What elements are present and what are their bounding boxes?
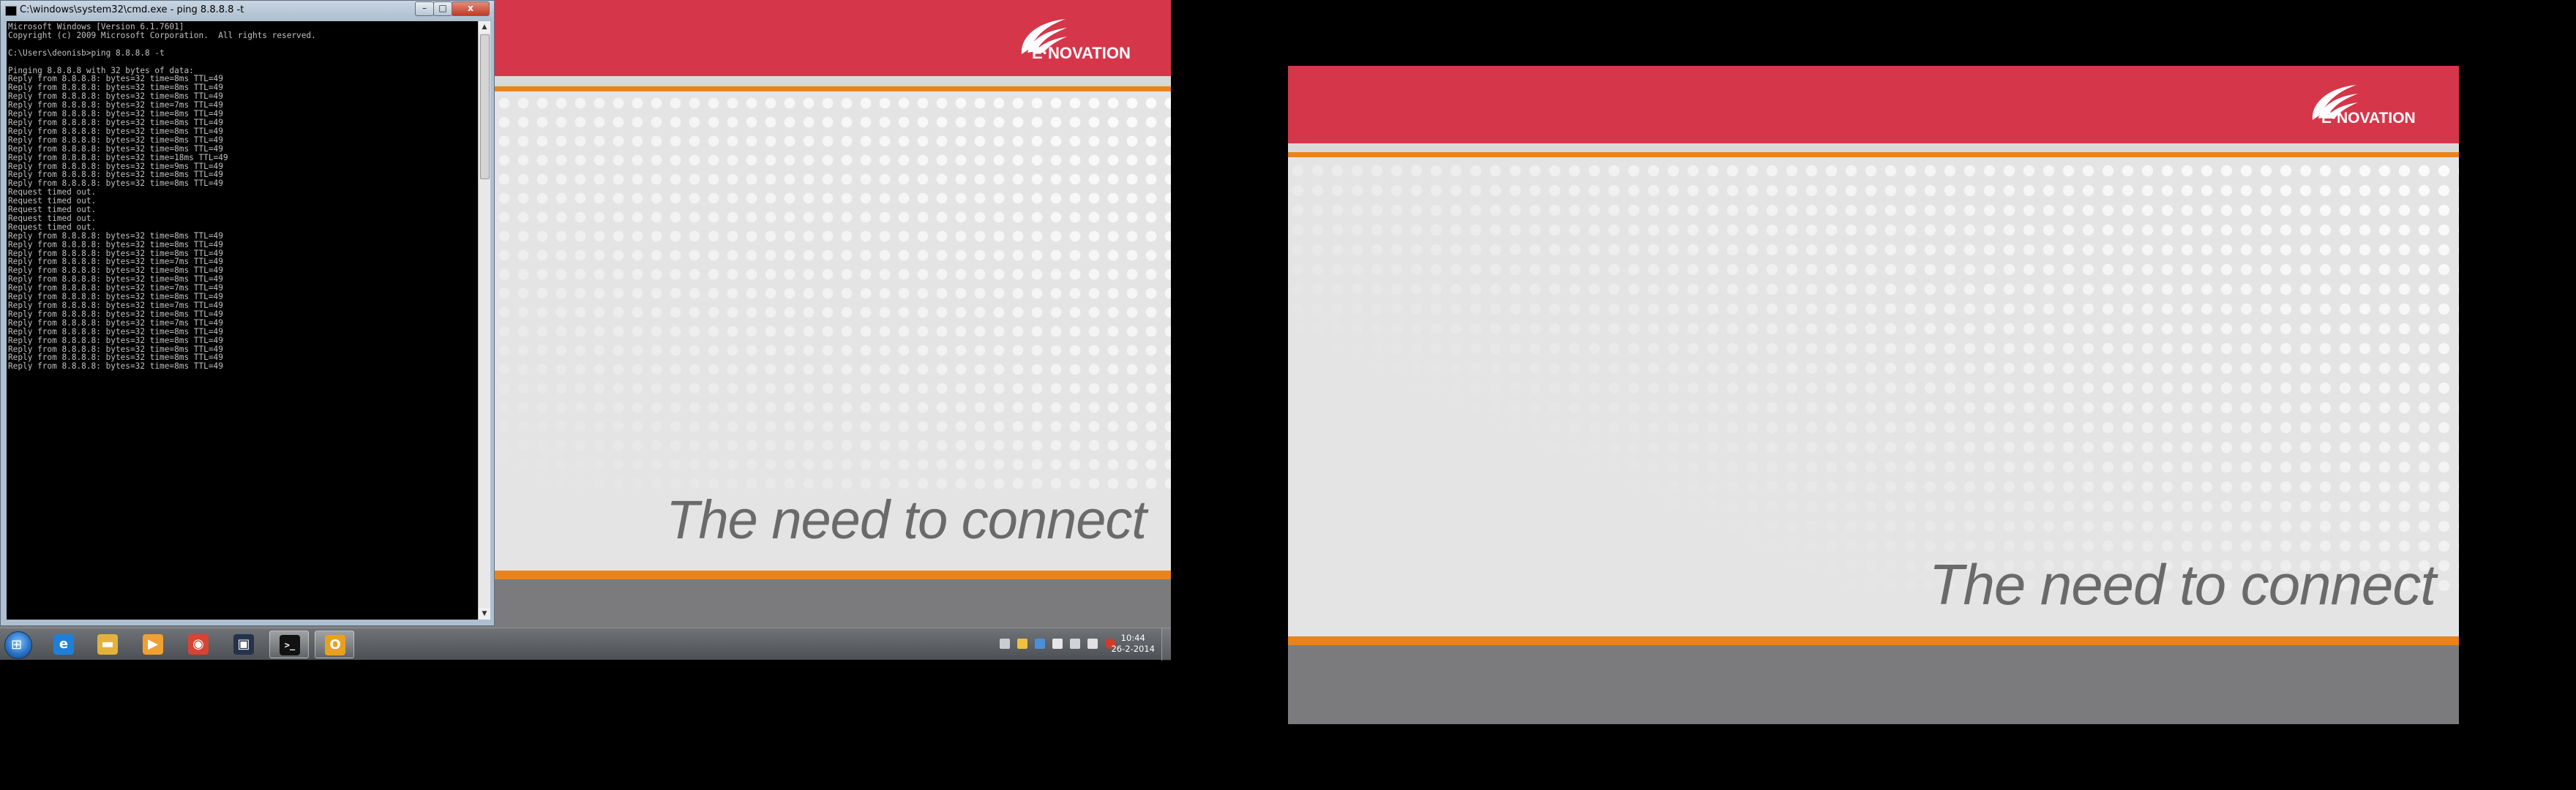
vertical-scrollbar[interactable]: ▲ ▼	[478, 21, 490, 620]
media-player-taskbar-button[interactable]: ▶	[133, 631, 173, 658]
enovation-logo: E·NOVATION	[2308, 82, 2437, 129]
cmd-titlebar[interactable]: C:\windows\system32\cmd.exe - ping 8.8.8…	[1, 1, 494, 20]
shield-icon[interactable]	[1035, 639, 1045, 649]
file-explorer-icon: ▬	[97, 634, 118, 655]
clock-date: 26-2-2014	[1111, 644, 1155, 654]
console-text: Microsoft Windows [Version 6.1.7601] Cop…	[8, 22, 316, 372]
cmd-window-title: C:\windows\system32\cmd.exe - ping 8.8.8…	[20, 4, 244, 15]
desktop-wallpaper-right: E·NOVATION The need to connect	[1288, 66, 2459, 724]
network-icon[interactable]	[1070, 639, 1080, 649]
wallpaper-slogan: The need to connect	[666, 489, 1147, 550]
internet-explorer-taskbar-button[interactable]: e	[44, 631, 83, 658]
remote-app-taskbar-button[interactable]: ▣	[224, 631, 263, 658]
command-prompt-taskbar-button[interactable]: >_	[269, 631, 309, 658]
logo-text: E·NOVATION	[1032, 44, 1131, 62]
command-prompt-icon: >_	[280, 635, 300, 655]
minimize-button[interactable]: –	[415, 1, 434, 16]
wallpaper-light-stripe	[1288, 143, 2459, 152]
wallpaper-bottom-orange-band	[1288, 636, 2459, 645]
scroll-down-arrow-icon[interactable]: ▼	[479, 608, 490, 620]
maximize-button[interactable]: □	[433, 1, 452, 16]
show-desktop-button[interactable]	[1161, 628, 1171, 661]
system-tray: 10:44 26-2-2014	[988, 628, 1171, 661]
chrome-icon: ◉	[188, 634, 209, 655]
wallpaper-orange-stripe	[1288, 152, 2459, 157]
keyboard-icon[interactable]	[1000, 639, 1010, 649]
remote-app-icon: ▣	[233, 634, 254, 655]
start-button[interactable]: ⊞	[4, 631, 32, 659]
windows-logo-icon: ⊞	[11, 637, 23, 652]
notes-icon[interactable]	[1017, 639, 1027, 649]
media-player-icon: ▶	[143, 634, 163, 655]
scrollbar-thumb[interactable]	[480, 34, 490, 179]
cmd-window-icon	[5, 6, 17, 16]
file-explorer-taskbar-button[interactable]: ▬	[88, 631, 127, 658]
chrome-taskbar-button[interactable]: ◉	[179, 631, 218, 658]
taskbar: ⊞ e ▬ ▶ ◉ ▣ >_ O 10:44 26-2-2014	[0, 628, 1171, 661]
scroll-up-arrow-icon[interactable]: ▲	[479, 21, 490, 33]
close-button[interactable]: x	[452, 1, 490, 16]
wallpaper-bottom-gray-band	[1288, 645, 2459, 724]
enovation-logo: E·NOVATION	[1017, 16, 1149, 63]
outlook-icon: O	[325, 635, 345, 655]
wallpaper-slogan: The need to connect	[1928, 552, 2436, 617]
outlook-taskbar-button[interactable]: O	[315, 631, 354, 658]
clock-time: 10:44	[1120, 633, 1145, 643]
volume-icon[interactable]	[1087, 639, 1098, 649]
wallpaper-red-band	[1288, 66, 2459, 143]
logo-text: E·NOVATION	[2321, 110, 2416, 127]
taskbar-clock[interactable]: 10:44 26-2-2014	[1111, 633, 1155, 655]
flag-icon[interactable]	[1052, 639, 1063, 649]
cmd-window[interactable]: C:\windows\system32\cmd.exe - ping 8.8.8…	[0, 0, 495, 626]
console-output-area[interactable]: Microsoft Windows [Version 6.1.7601] Cop…	[7, 21, 478, 620]
wallpaper-dot-pattern	[1288, 161, 2459, 600]
internet-explorer-icon: e	[53, 634, 74, 655]
